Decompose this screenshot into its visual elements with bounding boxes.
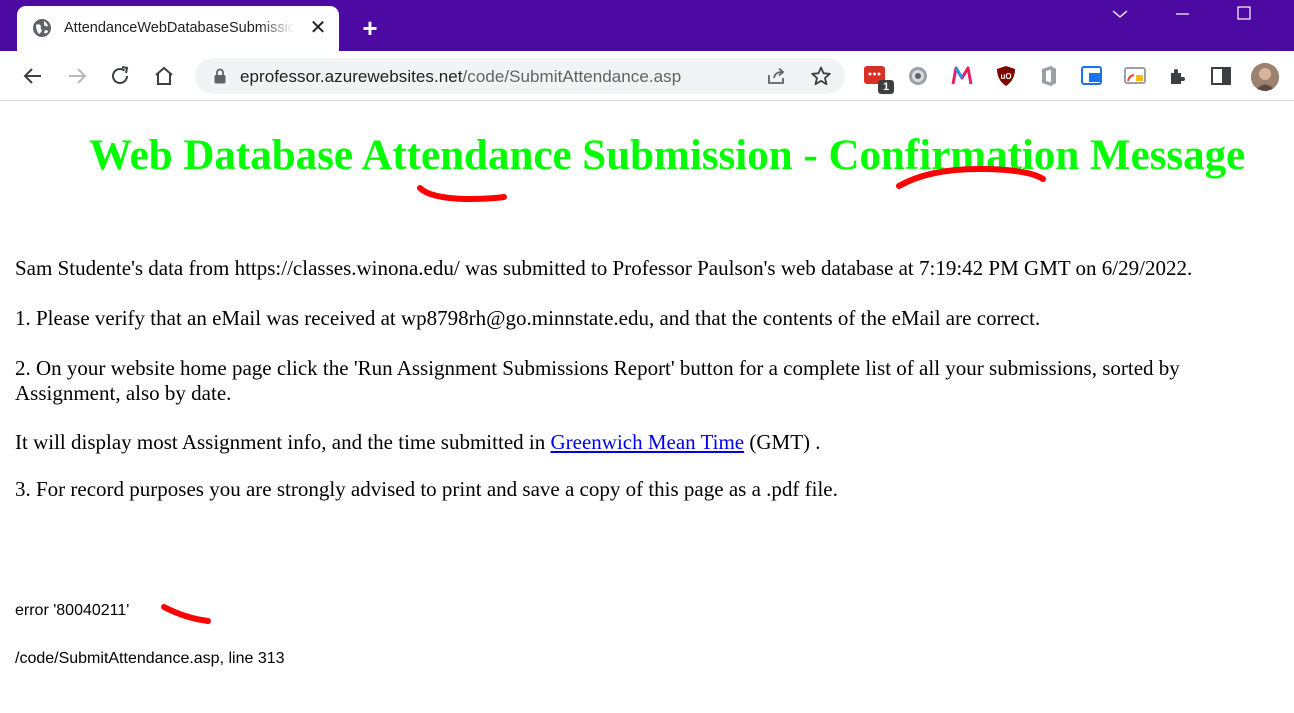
bookmark-star-icon[interactable]: [810, 65, 832, 87]
avatar-photo-icon: [1251, 63, 1279, 91]
profile-avatar[interactable]: [1251, 63, 1279, 91]
url-domain: eprofessor.azurewebsites.net: [240, 67, 463, 86]
gear-extension-icon[interactable]: [906, 64, 930, 88]
gmt-link[interactable]: Greenwich Mean Time: [550, 430, 744, 454]
window-extension-icon[interactable]: [1080, 64, 1104, 88]
instruction-step-2: 2. On your website home page click the '…: [15, 356, 1180, 405]
m-extension-icon[interactable]: [950, 64, 974, 88]
svg-text:uO: uO: [1000, 72, 1011, 81]
display-note-suffix: (GMT) .: [744, 430, 821, 454]
error-location: /code/SubmitAttendance.asp, line 313: [15, 650, 285, 667]
tab-search-icon[interactable]: [1110, 4, 1130, 24]
new-tab-button[interactable]: +: [356, 14, 384, 42]
puzzle-extensions-icon[interactable]: [1166, 64, 1190, 88]
url-path: /code/SubmitAttendance.asp: [462, 67, 682, 86]
submission-summary: Sam Studente's data from https://classes…: [15, 256, 1193, 280]
home-icon[interactable]: [152, 64, 176, 88]
lock-icon[interactable]: [211, 67, 229, 85]
tab-title: AttendanceWebDatabaseSubmission: [64, 20, 294, 36]
share-icon[interactable]: [766, 66, 788, 86]
address-bar[interactable]: eprofessor.azurewebsites.net/code/Submit…: [195, 58, 845, 94]
office-extension-icon[interactable]: [1037, 64, 1061, 88]
display-note-prefix: It will display most Assignment info, an…: [15, 430, 551, 454]
browser-toolbar: eprofessor.azurewebsites.net/code/Submit…: [0, 51, 1294, 101]
page-content: Web Database Attendance Submission - Con…: [0, 102, 1294, 713]
side-panel-icon[interactable]: [1209, 64, 1233, 88]
tab-close-icon[interactable]: ✕: [307, 17, 329, 39]
forward-arrow-icon[interactable]: [65, 64, 89, 88]
maximize-icon[interactable]: [1234, 4, 1254, 24]
error-code: error '80040211': [15, 602, 130, 619]
browser-tab[interactable]: AttendanceWebDatabaseSubmission ✕: [17, 6, 339, 51]
extension-badge: 1: [878, 80, 894, 94]
report-display-note: It will display most Assignment info, an…: [15, 430, 1280, 455]
globe-icon: [33, 19, 51, 37]
instruction-step-3: 3. For record purposes you are strongly …: [15, 477, 838, 501]
page-title: Web Database Attendance Submission - Con…: [89, 132, 1246, 179]
url-text[interactable]: eprofessor.azurewebsites.net/code/Submit…: [240, 67, 681, 87]
ublock-shield-icon[interactable]: uO: [994, 64, 1018, 88]
reload-icon[interactable]: [108, 64, 132, 88]
cast-extension-icon[interactable]: [1123, 64, 1147, 88]
browser-titlebar: AttendanceWebDatabaseSubmission ✕ +: [0, 0, 1294, 51]
minimize-icon[interactable]: [1173, 4, 1193, 24]
back-arrow-icon[interactable]: [21, 64, 45, 88]
instruction-step-1: 1. Please verify that an eMail was recei…: [15, 306, 1041, 330]
